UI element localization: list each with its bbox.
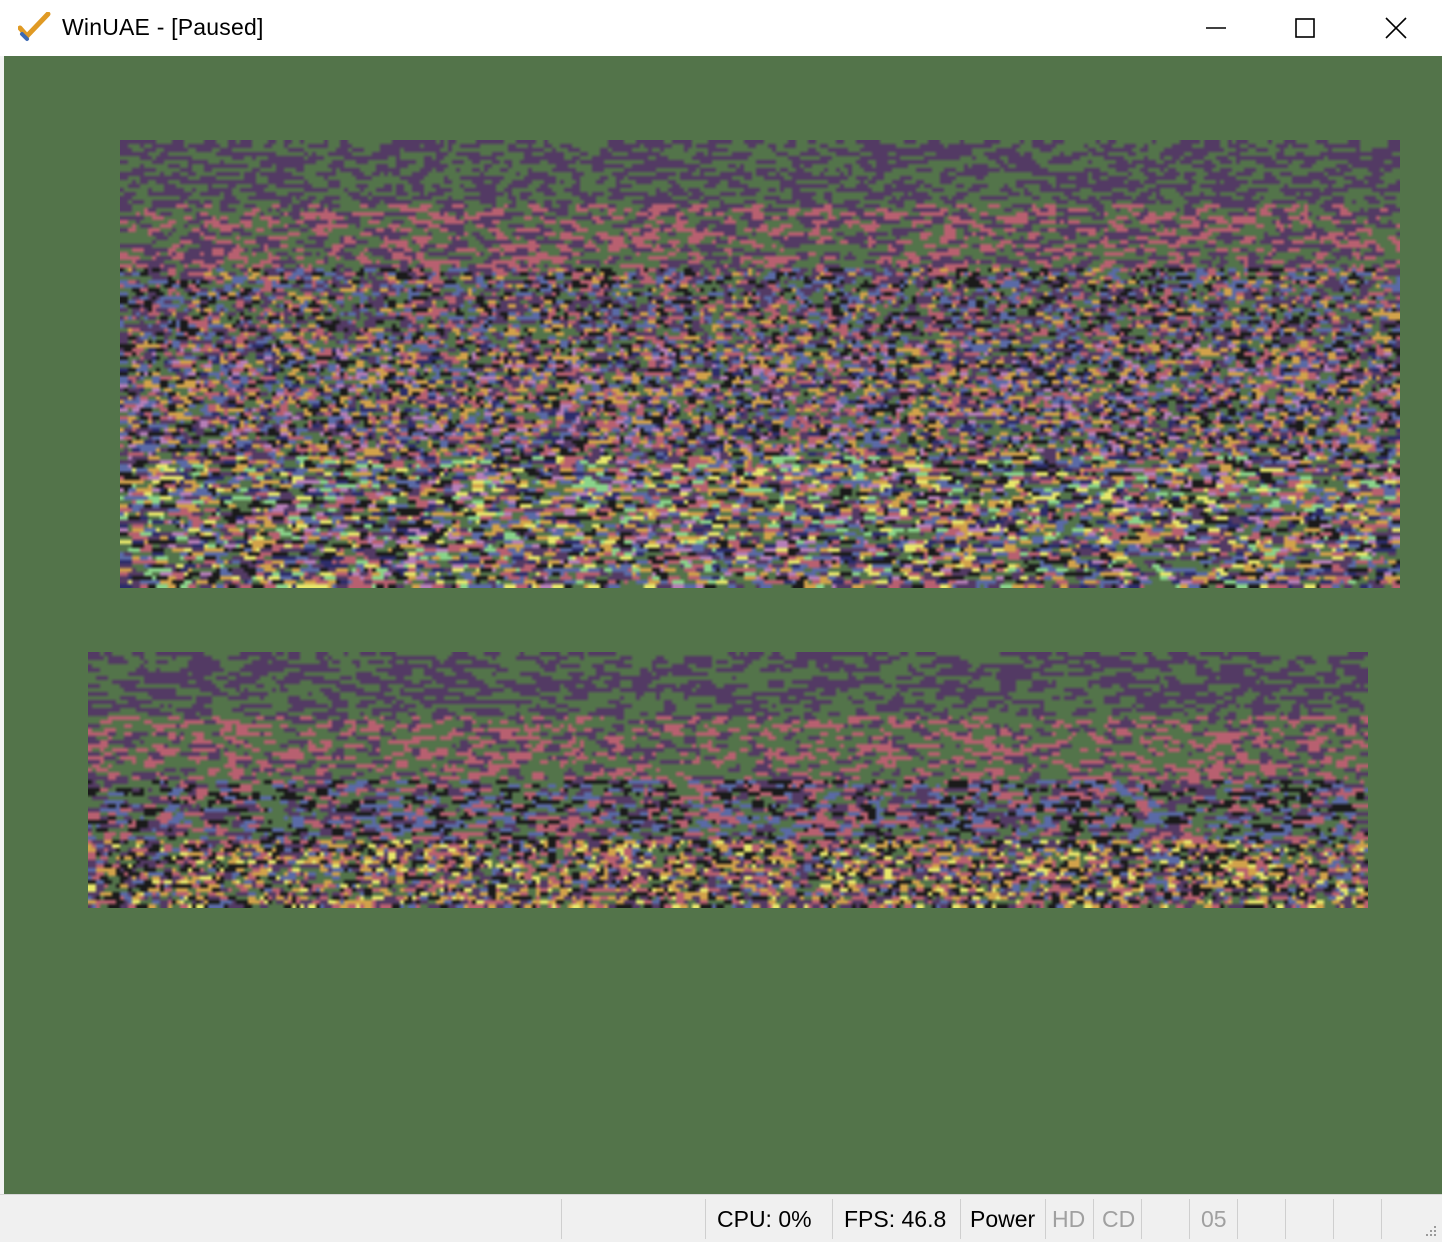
close-icon [1385, 17, 1407, 39]
minimize-icon [1206, 27, 1226, 29]
power-led[interactable]: Power [970, 1204, 1035, 1234]
drive-track[interactable]: 05 [1201, 1204, 1227, 1234]
close-button[interactable] [1350, 0, 1442, 56]
status-bar: CPU: 0% FPS: 46.8 Power HD CD 05 [0, 1194, 1442, 1242]
checkmark-app-icon [18, 12, 51, 41]
maximize-icon [1295, 18, 1315, 38]
window-title: WinUAE - [Paused] [62, 14, 264, 40]
lower-glitch-graphics [88, 652, 1368, 908]
emulator-display[interactable] [4, 56, 1442, 1196]
hd-led[interactable]: HD [1052, 1204, 1085, 1234]
upper-glitch-graphics [120, 140, 1400, 588]
resize-grip-icon[interactable] [1420, 1220, 1438, 1238]
maximize-button[interactable] [1259, 0, 1351, 56]
fps-counter: FPS: 46.8 [844, 1206, 947, 1232]
cpu-usage: CPU: 0% [717, 1206, 812, 1232]
cd-led[interactable]: CD [1102, 1204, 1135, 1234]
minimize-button[interactable] [1170, 0, 1262, 56]
title-bar: WinUAE - [Paused] [0, 0, 1442, 56]
